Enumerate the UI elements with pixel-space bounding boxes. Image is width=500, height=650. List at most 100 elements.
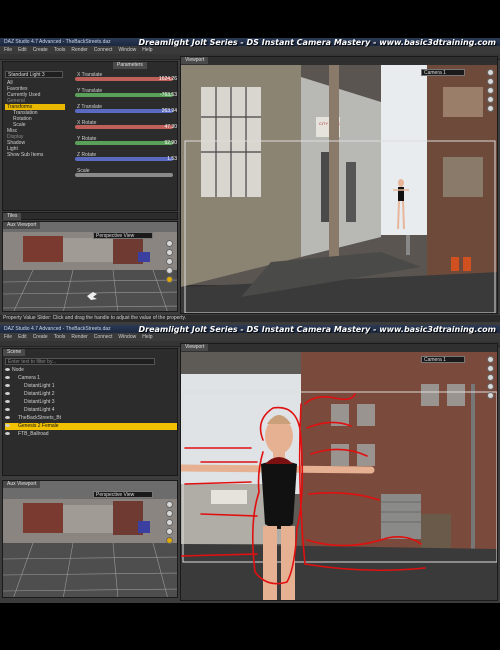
parameter-slider[interactable]: Y Translate -763.53 xyxy=(71,88,179,98)
tab-aux-viewport[interactable]: Aux Viewport xyxy=(3,222,41,229)
view-controls[interactable] xyxy=(487,69,495,112)
slider-value[interactable]: 47.30 xyxy=(164,124,177,130)
main-viewport[interactable]: Viewport Camera 1 xyxy=(180,343,498,601)
aux-viewport[interactable]: Aux Viewport Perspective View xyxy=(2,480,178,598)
menu-bar: File Edit Create Tools Render Connect Wi… xyxy=(0,334,500,341)
aux-view-select[interactable]: Perspective View xyxy=(93,232,153,239)
visibility-eye-icon[interactable] xyxy=(5,392,10,396)
slider-track[interactable] xyxy=(75,125,173,129)
menu-edit[interactable]: Edit xyxy=(18,47,27,54)
camera-select[interactable]: Camera 1 xyxy=(421,356,465,363)
main-viewport[interactable]: Viewport Camera 1 CITY BANK xyxy=(180,56,498,314)
visibility-eye-icon[interactable] xyxy=(5,400,10,404)
menu-help[interactable]: Help xyxy=(142,334,152,341)
menu-render[interactable]: Render xyxy=(71,47,87,54)
reset-icon[interactable] xyxy=(166,537,173,544)
slider-track[interactable] xyxy=(75,173,173,177)
slider-value[interactable]: 1.53 xyxy=(167,156,177,162)
visibility-eye-icon[interactable] xyxy=(5,416,10,420)
list-item[interactable]: Show Sub Items xyxy=(5,152,65,158)
slider-value[interactable]: 92.90 xyxy=(164,140,177,146)
menu-help[interactable]: Help xyxy=(142,47,152,54)
visibility-eye-icon[interactable] xyxy=(5,408,10,412)
menu-connect[interactable]: Connect xyxy=(94,47,113,54)
aux-view-controls[interactable] xyxy=(166,240,174,283)
slider-track[interactable] xyxy=(75,141,173,145)
slider-track[interactable] xyxy=(75,157,173,161)
menu-tools[interactable]: Tools xyxy=(54,47,66,54)
slider-list: X Translate 1624.26 Y Translate -763.53 Z Tr… xyxy=(71,72,179,212)
reset-icon[interactable] xyxy=(487,105,494,112)
menu-tools[interactable]: Tools xyxy=(54,334,66,341)
tab-viewport[interactable]: Viewport xyxy=(181,344,209,351)
tree-row[interactable]: TheBackStreets_Bt xyxy=(5,415,177,422)
camera-select[interactable]: Camera 1 xyxy=(421,69,465,76)
visibility-eye-icon[interactable] xyxy=(5,384,10,388)
tree-label: Node xyxy=(12,367,24,373)
slider-track[interactable] xyxy=(75,93,173,97)
tab-parameters[interactable]: Parameters xyxy=(113,62,147,69)
filter-input[interactable]: Enter text to filter by... xyxy=(5,358,155,365)
visibility-eye-icon[interactable] xyxy=(5,376,10,380)
pan-icon[interactable] xyxy=(487,365,494,372)
tab-viewport[interactable]: Viewport xyxy=(181,57,209,64)
reset-icon[interactable] xyxy=(166,276,173,283)
tab-scene[interactable]: Scene xyxy=(3,349,26,356)
orbit-icon[interactable] xyxy=(487,69,494,76)
menu-create[interactable]: Create xyxy=(33,334,48,341)
zoom-icon[interactable] xyxy=(166,519,173,526)
frame-icon[interactable] xyxy=(487,383,494,390)
orbit-icon[interactable] xyxy=(166,240,173,247)
view-controls[interactable] xyxy=(487,356,495,399)
visibility-eye-icon[interactable] xyxy=(5,432,10,436)
parameter-slider[interactable]: X Rotate 47.30 xyxy=(71,120,179,130)
slider-value[interactable]: -763.53 xyxy=(160,92,177,98)
tree-row[interactable]: Camera 1 xyxy=(5,375,177,382)
tab-tiles[interactable]: Tiles xyxy=(3,213,22,220)
slider-value[interactable]: 263.94 xyxy=(162,108,177,114)
parameter-slider[interactable]: Scale xyxy=(71,168,179,178)
tree-row[interactable]: DistantLight 1 xyxy=(5,383,177,390)
menu-file[interactable]: File xyxy=(4,47,12,54)
orbit-icon[interactable] xyxy=(166,501,173,508)
zoom-icon[interactable] xyxy=(166,258,173,265)
tree-row[interactable]: DistantLight 3 xyxy=(5,399,177,406)
slider-value[interactable]: 1624.26 xyxy=(159,76,177,82)
menu-window[interactable]: Window xyxy=(118,334,136,341)
visibility-eye-icon[interactable] xyxy=(5,424,10,428)
tree-row[interactable]: DistantLight 2 xyxy=(5,391,177,398)
parameter-slider[interactable]: Z Rotate 1.53 xyxy=(71,152,179,162)
pan-icon[interactable] xyxy=(166,249,173,256)
aux-viewport[interactable]: Aux Viewport Perspective View xyxy=(2,221,178,312)
zoom-icon[interactable] xyxy=(487,374,494,381)
pan-icon[interactable] xyxy=(166,510,173,517)
tree-row[interactable]: FTB_Ballroad xyxy=(5,431,177,438)
parameter-slider[interactable]: Z Translate 263.94 xyxy=(71,104,179,114)
scene-render: CITY BANK xyxy=(181,57,497,313)
reset-icon[interactable] xyxy=(487,392,494,399)
slider-track[interactable] xyxy=(75,109,173,113)
menu-window[interactable]: Window xyxy=(118,47,136,54)
menu-edit[interactable]: Edit xyxy=(18,334,27,341)
orbit-icon[interactable] xyxy=(487,356,494,363)
menu-file[interactable]: File xyxy=(4,334,12,341)
tree-row-selected[interactable]: Genesis 2 Female xyxy=(5,423,177,430)
parameter-slider[interactable]: X Translate 1624.26 xyxy=(71,72,179,82)
tree-row[interactable]: Node xyxy=(5,367,177,374)
overlay-title: Dreamlight Jolt Series - DS Instant Came… xyxy=(138,325,496,334)
tree-row[interactable]: DistantLight 4 xyxy=(5,407,177,414)
parameter-slider[interactable]: Y Rotate 92.90 xyxy=(71,136,179,146)
aux-view-select[interactable]: Perspective View xyxy=(93,491,153,498)
aux-view-controls[interactable] xyxy=(166,501,174,544)
menu-render[interactable]: Render xyxy=(71,334,87,341)
pan-icon[interactable] xyxy=(487,78,494,85)
zoom-icon[interactable] xyxy=(487,87,494,94)
frame-icon[interactable] xyxy=(166,267,173,274)
node-select[interactable]: Standard Light 3 xyxy=(5,71,63,78)
menu-connect[interactable]: Connect xyxy=(94,334,113,341)
frame-icon[interactable] xyxy=(166,528,173,535)
frame-icon[interactable] xyxy=(487,96,494,103)
visibility-eye-icon[interactable] xyxy=(5,368,10,372)
tab-aux-viewport[interactable]: Aux Viewport xyxy=(3,481,41,488)
menu-create[interactable]: Create xyxy=(33,47,48,54)
